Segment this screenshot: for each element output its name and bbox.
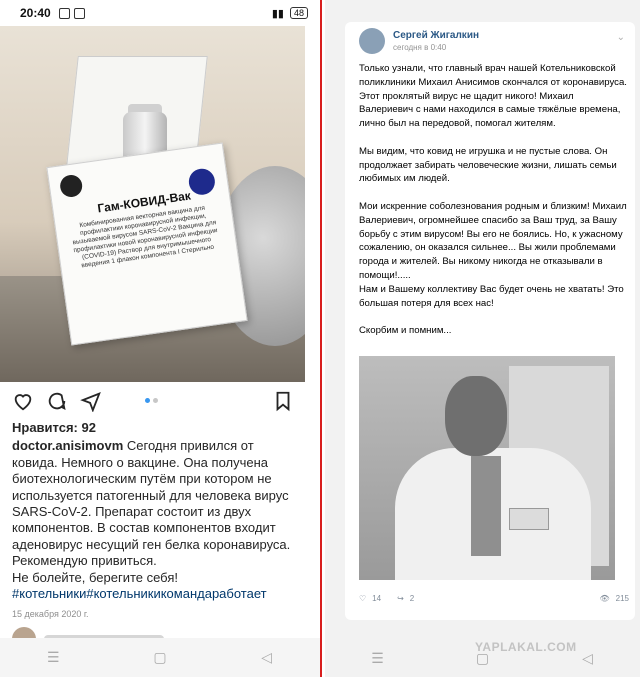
post-paragraph: Скорбим и помним... <box>359 325 452 337</box>
battery-icon: 48 <box>289 7 308 19</box>
avatar[interactable] <box>359 28 385 54</box>
post-time: сегодня в 0:40 <box>393 43 447 52</box>
system-nav-bar: ☰ ▢ ◁ <box>0 638 320 677</box>
instagram-panel: 20:40 ▮▮ 48 Гам-КОВИД-Вак Комбинированна… <box>0 0 320 677</box>
back-icon[interactable]: ◁ <box>255 646 279 670</box>
repost-icon[interactable]: ↪ <box>397 594 404 603</box>
post-paragraph: Нам и Вашему коллективу Вас будет очень … <box>359 283 624 309</box>
carousel-dots <box>145 398 158 403</box>
post-username[interactable]: doctor.anisimovm <box>12 438 123 453</box>
heart-icon[interactable] <box>12 390 34 412</box>
comment-icon[interactable] <box>46 390 68 412</box>
post-footer: ♡ 14 ↪ 2 👁 215 <box>359 594 629 603</box>
manufacturer-logo <box>58 173 84 199</box>
chevron-down-icon[interactable]: ⌄ <box>617 32 625 43</box>
home-icon[interactable]: ▢ <box>148 646 172 670</box>
views-icon: 👁 <box>599 594 610 603</box>
author-name[interactable]: Сергей Жигалкин <box>393 30 479 41</box>
post-paragraph: Мы видим, что ковид не игрушка и не пуст… <box>359 145 617 185</box>
vk-post-card: Сергей Жигалкин сегодня в 0:40 ⌄ Только … <box>345 22 635 620</box>
post-photo[interactable] <box>359 356 615 580</box>
post-actions <box>0 386 305 416</box>
status-bar: 20:40 ▮▮ 48 <box>0 0 320 26</box>
share-icon[interactable] <box>80 390 102 412</box>
status-time: 20:40 <box>20 6 51 20</box>
post-text: Только узнали, что главный врач нашей Ко… <box>359 62 629 352</box>
post-caption-block: Нравится: 92 doctor.anisimovm Сегодня пр… <box>12 420 302 623</box>
post-paragraph: Мои искренние соболезнования родным и бл… <box>359 200 627 281</box>
likes-count[interactable]: Нравится: 92 <box>12 420 302 436</box>
caption: doctor.anisimovm Сегодня привился от ков… <box>12 438 302 569</box>
like-icon[interactable]: ♡ <box>359 594 366 603</box>
menu-icon[interactable]: ☰ <box>41 646 65 670</box>
back-icon[interactable]: ◁ <box>576 647 600 671</box>
post-date: 15 декабря 2020 г. <box>12 609 89 620</box>
vaccine-box: Гам-КОВИД-Вак Комбинированная векторная … <box>46 142 248 346</box>
post-photo[interactable]: Гам-КОВИД-Вак Комбинированная векторная … <box>0 26 305 382</box>
signal-icon: ▮▮ <box>271 7 284 20</box>
photo-shirt <box>471 456 501 556</box>
menu-icon[interactable]: ☰ <box>366 647 390 671</box>
photo-name-badge <box>509 508 549 530</box>
hashtags[interactable]: #котельники#котельникикомандаработает <box>12 586 302 602</box>
likes-count: 14 <box>372 594 382 603</box>
status-app-icons <box>58 7 85 19</box>
post-paragraph: Только узнали, что главный врач нашей Ко… <box>359 63 627 130</box>
views-count: 215 <box>615 594 629 603</box>
photo-portrait-head <box>445 376 507 456</box>
shares-count: 2 <box>409 594 415 603</box>
status-right-icons: ▮▮ 48 <box>272 7 308 20</box>
carousel-dot <box>153 398 158 403</box>
caption-end: Не болейте, берегите себя! <box>12 569 178 585</box>
vk-panel: Сергей Жигалкин сегодня в 0:40 ⌄ Только … <box>325 0 640 677</box>
app-notification-icon <box>58 7 70 19</box>
caption-text: Сегодня привился от ковида. Немного о ва… <box>12 438 291 569</box>
gallery-notification-icon <box>73 7 85 19</box>
carousel-dot-active <box>145 398 150 403</box>
red-divider <box>320 0 322 677</box>
bookmark-icon[interactable] <box>272 390 294 412</box>
watermark: YAPLAKAL.COM <box>475 640 577 654</box>
post-header: Сергей Жигалкин сегодня в 0:40 <box>359 28 479 54</box>
